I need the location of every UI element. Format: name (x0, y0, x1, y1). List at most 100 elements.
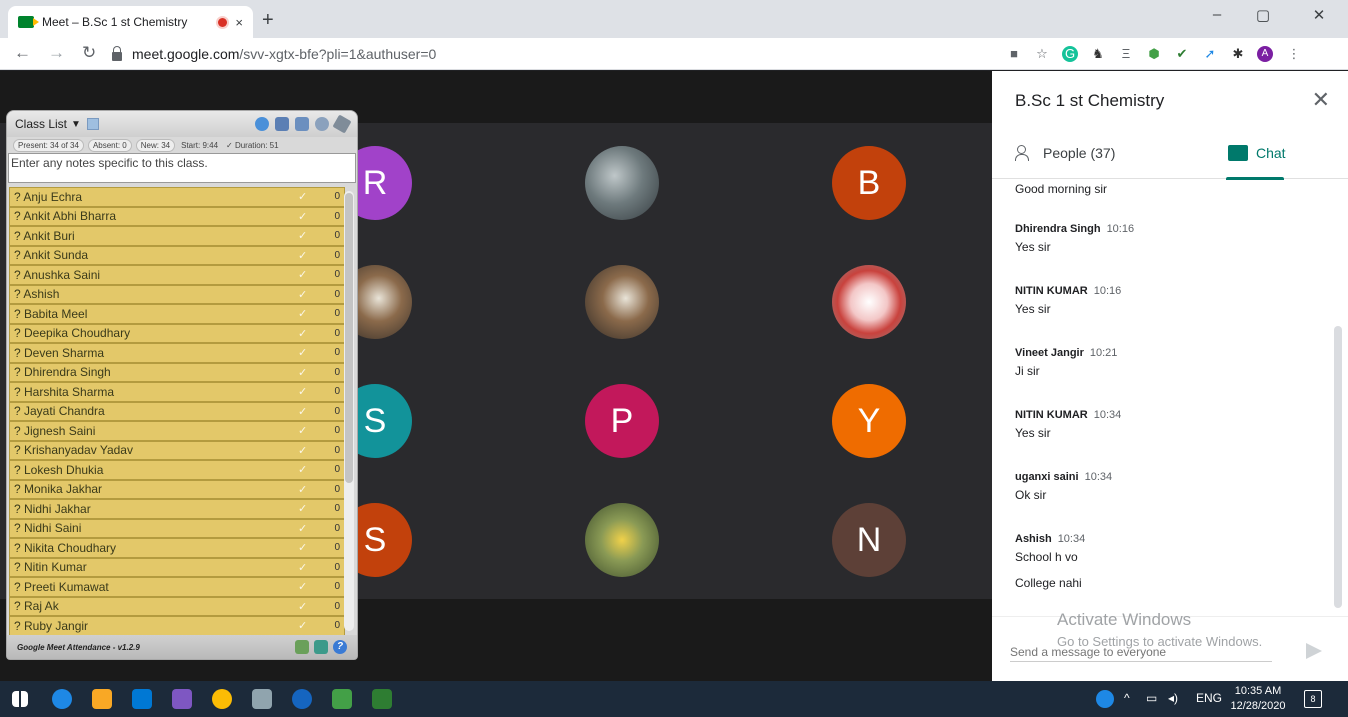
student-row[interactable]: ? Babita Meel ✓ 0 (9, 304, 345, 324)
student-row[interactable]: ? Ruby Jangir ✓ 0 (9, 616, 345, 636)
student-row[interactable]: ? Jayati Chandra ✓ 0 (9, 401, 345, 421)
student-row[interactable]: ? Krishanyadav Yadav ✓ 0 (9, 440, 345, 460)
windows-start-icon[interactable] (12, 691, 28, 707)
bookmark-star-icon[interactable]: ☆ (1034, 46, 1050, 62)
student-row[interactable]: ? Anushka Saini ✓ 0 (9, 265, 345, 285)
store-icon[interactable] (172, 689, 192, 709)
mail-icon[interactable] (132, 689, 152, 709)
student-row[interactable]: ? Nidhi Saini ✓ 0 (9, 518, 345, 538)
pointer-extension-icon[interactable]: ➚ (1202, 46, 1218, 62)
student-row[interactable]: ? Jignesh Saini ✓ 0 (9, 421, 345, 441)
browser-tab[interactable]: Meet – B.Sc 1 st Chemistry × (8, 6, 253, 38)
student-row[interactable]: ? Harshita Sharma ✓ 0 (9, 382, 345, 402)
check-icon[interactable]: ✓ (298, 580, 310, 593)
student-row[interactable]: ? Ankit Sunda ✓ 0 (9, 245, 345, 265)
tab-close-icon[interactable]: × (235, 15, 243, 30)
spreadsheet-icon[interactable] (295, 640, 309, 654)
speaker-icon[interactable]: ◂) (1168, 691, 1178, 705)
class-list-title[interactable]: Class List (15, 117, 67, 131)
back-arrow-icon[interactable]: ← (14, 43, 31, 63)
check-icon[interactable]: ✓ (298, 268, 310, 281)
student-row[interactable]: ? Ankit Abhi Bharra ✓ 0 (9, 206, 345, 226)
refresh-icon[interactable] (255, 117, 269, 131)
reload-icon[interactable]: ↻ (82, 43, 96, 63)
check-icon[interactable]: ✓ (298, 366, 310, 379)
camera-icon[interactable]: ■ (1006, 46, 1022, 62)
check-icon[interactable]: ✓ (298, 463, 310, 476)
settings-gear-icon[interactable] (315, 117, 329, 131)
check-icon[interactable]: ✓ (298, 541, 310, 554)
window-close-button[interactable]: ✕ (1296, 6, 1342, 24)
help-icon[interactable]: ? (333, 640, 347, 654)
student-row[interactable]: ? Ashish ✓ 0 (9, 284, 345, 304)
student-row[interactable]: ? Monika Jakhar ✓ 0 (9, 479, 345, 499)
app-layers-icon[interactable] (332, 689, 352, 709)
student-list-scrollbar[interactable] (344, 191, 354, 631)
android-emulator-icon[interactable] (372, 689, 392, 709)
grammarly-extension-icon[interactable]: G (1062, 46, 1078, 62)
check-icon[interactable]: ✓ (298, 210, 310, 223)
student-row[interactable]: ? Raj Ak ✓ 0 (9, 596, 345, 616)
student-row[interactable]: ? Lokesh Dhukia ✓ 0 (9, 460, 345, 480)
extension-icon[interactable]: ♞ (1090, 46, 1106, 62)
check-icon[interactable]: ✓ (298, 424, 310, 437)
check-icon[interactable]: ✓ (298, 405, 310, 418)
window-maximize-button[interactable]: ▢ (1240, 6, 1286, 24)
taskbar-clock[interactable]: 10:35 AM 12/28/2020 (1228, 684, 1288, 714)
send-icon[interactable] (1306, 643, 1322, 659)
check-icon[interactable]: ✓ (298, 229, 310, 242)
notepad-icon[interactable] (252, 689, 272, 709)
student-row[interactable]: ? Dhirendra Singh ✓ 0 (9, 362, 345, 382)
help-tray-icon[interactable] (1096, 690, 1114, 708)
check-icon[interactable]: ✓ (298, 561, 310, 574)
check-icon[interactable]: ✓ (298, 502, 310, 515)
forward-arrow-icon[interactable]: → (48, 43, 65, 63)
check-icon[interactable]: ✓ (298, 249, 310, 262)
check-icon[interactable]: ✓ (298, 327, 310, 340)
check-icon[interactable]: ✓ (298, 190, 310, 203)
sheets-export-icon[interactable] (314, 640, 328, 654)
chevron-up-icon[interactable]: ^ (1124, 691, 1130, 705)
student-row[interactable]: ? Deven Sharma ✓ 0 (9, 343, 345, 363)
check-icon[interactable]: ✓ (298, 346, 310, 359)
student-row[interactable]: ? Nitin Kumar ✓ 0 (9, 557, 345, 577)
checkmark-extension-icon[interactable]: ✔ (1174, 46, 1190, 62)
edit-notes-icon[interactable] (86, 118, 99, 130)
check-icon[interactable]: ✓ (298, 619, 310, 632)
tab-chat[interactable]: Chat (1226, 145, 1286, 180)
ie-browser-icon[interactable] (292, 689, 312, 709)
check-icon[interactable]: ✓ (298, 385, 310, 398)
url-field[interactable]: meet.google.com /svv-xgtx-bfe?pli=1&auth… (112, 42, 972, 66)
language-indicator[interactable]: ENG (1196, 691, 1222, 705)
tab-people[interactable]: People (37) (1015, 145, 1115, 161)
check-icon[interactable]: ✓ (298, 444, 310, 457)
translate-extension-icon[interactable]: Ξ (1118, 46, 1134, 62)
battery-icon[interactable]: ▭ (1146, 691, 1157, 705)
class-notes-field[interactable]: Enter any notes specific to this class. (8, 153, 356, 183)
menu-kebab-icon[interactable]: ⋮ (1286, 46, 1302, 62)
chevron-down-icon[interactable]: ▼ (71, 119, 81, 130)
new-tab-button[interactable]: + (262, 9, 274, 32)
check-icon[interactable]: ✓ (298, 483, 310, 496)
edge-browser-icon[interactable] (52, 689, 72, 709)
chat-scrollbar[interactable] (1334, 326, 1342, 608)
save-icon[interactable] (275, 117, 289, 131)
chrome-icon[interactable] (212, 689, 232, 709)
puzzle-extensions-icon[interactable]: ✱ (1230, 46, 1246, 62)
student-row[interactable]: ? Nikita Choudhary ✓ 0 (9, 538, 345, 558)
check-icon[interactable]: ✓ (298, 600, 310, 613)
notifications-badge[interactable]: 8 (1304, 690, 1322, 708)
student-row[interactable]: ? Ankit Buri ✓ 0 (9, 226, 345, 246)
extension-g-icon[interactable]: ⬢ (1146, 46, 1162, 62)
check-icon[interactable]: ✓ (298, 522, 310, 535)
window-minimize-button[interactable]: – (1194, 6, 1240, 23)
check-icon[interactable]: ✓ (298, 307, 310, 320)
student-row[interactable]: ? Deepika Choudhary ✓ 0 (9, 323, 345, 343)
pin-icon[interactable] (332, 114, 352, 134)
close-panel-icon[interactable]: ✕ (1312, 87, 1330, 113)
student-row[interactable]: ? Nidhi Jakhar ✓ 0 (9, 499, 345, 519)
student-row[interactable]: ? Anju Echra ✓ 0 (9, 187, 345, 207)
check-icon[interactable]: ✓ (298, 288, 310, 301)
scrollbar-thumb[interactable] (345, 193, 353, 483)
profile-avatar[interactable]: A (1257, 46, 1273, 62)
